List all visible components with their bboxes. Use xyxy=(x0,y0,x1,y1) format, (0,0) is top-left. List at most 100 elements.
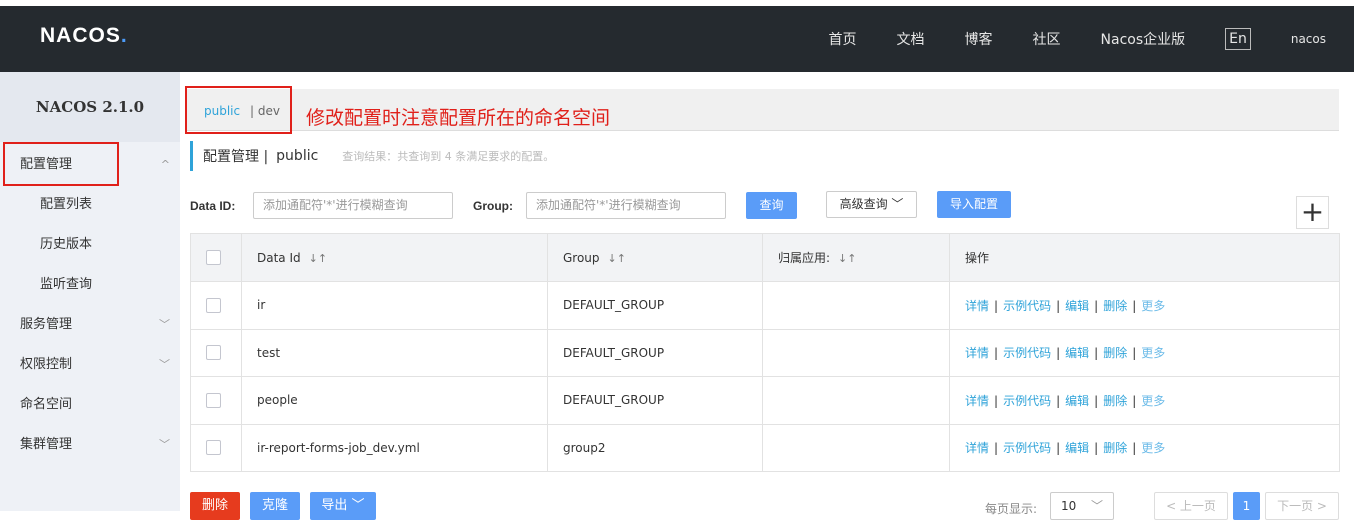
top-nav: 首页 文档 博客 社区 Nacos企业版 En nacos xyxy=(829,6,1354,72)
page-title: 配置管理 | public 查询结果：共查询到 4 条满足要求的配置。 xyxy=(190,141,554,171)
cell-dataid: people xyxy=(241,376,548,425)
cell-group: DEFAULT_GROUP xyxy=(547,281,763,330)
delete-link[interactable]: 删除 xyxy=(1103,299,1127,313)
chevron-down-icon: ﹀ xyxy=(159,358,170,371)
sample-code-link[interactable]: 示例代码 xyxy=(1003,441,1051,455)
header-group[interactable]: Group ↓↑ xyxy=(547,233,763,282)
sidebar-item-listener-query[interactable]: 监听查询 xyxy=(0,265,180,305)
sort-icon[interactable]: ↓↑ xyxy=(608,252,626,265)
nacos-logo[interactable]: NACOS. xyxy=(40,24,128,48)
table-row: ir-report-forms-job_dev.yml group2 详情 | 示例… xyxy=(190,423,1340,472)
more-link[interactable]: 更多 xyxy=(1141,299,1165,313)
highlight-box-config-menu xyxy=(3,142,119,186)
config-table: Data Id ↓↑ Group ↓↑ 归属应用: ↓↑ 操作 ir DEFAULT_… xyxy=(190,233,1340,472)
cell-operations: 详情 | 示例代码 | 编辑 | 删除 | 更多 xyxy=(949,281,1340,330)
page-size-label: 每页显示: xyxy=(985,502,1038,516)
edit-link[interactable]: 编辑 xyxy=(1065,346,1089,360)
add-config-button[interactable]: + xyxy=(1296,196,1329,229)
sample-code-link[interactable]: 示例代码 xyxy=(1003,394,1051,408)
sidebar-item-config-list[interactable]: 配置列表 xyxy=(0,185,180,225)
sidebar-item-namespace[interactable]: 命名空间 xyxy=(0,385,180,425)
cell-dataid: ir-report-forms-job_dev.yml xyxy=(241,423,548,472)
row-checkbox[interactable] xyxy=(206,345,221,361)
cell-operations: 详情 | 示例代码 | 编辑 | 删除 | 更多 xyxy=(949,423,1340,472)
query-result-text: 查询结果：共查询到 4 条满足要求的配置。 xyxy=(342,150,555,163)
header-operations: 操作 xyxy=(949,233,1340,282)
select-all-checkbox[interactable] xyxy=(206,250,221,265)
sort-icon[interactable]: ↓↑ xyxy=(838,252,856,265)
page-size-select[interactable]: 10 ﹀ xyxy=(1050,492,1114,520)
batch-delete-button[interactable]: 删除 xyxy=(190,492,240,520)
row-checkbox[interactable] xyxy=(206,297,221,313)
top-navbar: NACOS. 首页 文档 博客 社区 Nacos企业版 En nacos xyxy=(0,6,1354,72)
detail-link[interactable]: 详情 xyxy=(965,441,989,455)
sidebar-item-label: 服务管理 xyxy=(20,317,73,332)
dataid-label: Data ID: xyxy=(190,199,236,213)
query-button[interactable]: 查询 xyxy=(746,192,797,219)
header-checkbox-cell xyxy=(190,233,242,282)
edit-link[interactable]: 编辑 xyxy=(1065,441,1089,455)
sidebar-item-history[interactable]: 历史版本 xyxy=(0,225,180,265)
cell-app xyxy=(762,423,950,472)
page-title-namespace: public xyxy=(276,148,319,164)
table-row: people DEFAULT_GROUP 详情 | 示例代码 | 编辑 | 删除 | 更多 xyxy=(190,376,1340,425)
next-page-button[interactable]: 下一页 > xyxy=(1265,492,1339,520)
detail-link[interactable]: 详情 xyxy=(965,394,989,408)
cell-app xyxy=(762,281,950,330)
table-header-row: Data Id ↓↑ Group ↓↑ 归属应用: ↓↑ 操作 xyxy=(190,233,1340,282)
user-menu[interactable]: nacos xyxy=(1291,32,1326,46)
sidebar-item-access-control[interactable]: 权限控制 ﹀ xyxy=(0,345,180,385)
chevron-down-icon: ﹀ xyxy=(1090,499,1103,513)
nav-home[interactable]: 首页 xyxy=(829,29,857,49)
annotation-text: 修改配置时注意配置所在的命名空间 xyxy=(306,107,611,129)
chevron-down-icon: ﹀ xyxy=(159,318,170,331)
sidebar-item-service-management[interactable]: 服务管理 ﹀ xyxy=(0,305,180,345)
page-1-button[interactable]: 1 xyxy=(1233,492,1260,520)
detail-link[interactable]: 详情 xyxy=(965,299,989,313)
page-title-main: 配置管理 | xyxy=(203,149,269,165)
more-link[interactable]: 更多 xyxy=(1141,394,1165,408)
dataid-input[interactable]: 添加通配符'*'进行模糊查询 xyxy=(253,192,453,219)
language-toggle[interactable]: En xyxy=(1225,28,1251,50)
more-link[interactable]: 更多 xyxy=(1141,346,1165,360)
cell-group: group2 xyxy=(547,423,763,472)
sidebar-item-label: 权限控制 xyxy=(20,357,73,372)
import-config-button[interactable]: 导入配置 xyxy=(937,191,1011,218)
sample-code-link[interactable]: 示例代码 xyxy=(1003,346,1051,360)
chevron-up-icon: ^ xyxy=(160,158,170,171)
nav-blog[interactable]: 博客 xyxy=(965,29,993,49)
nav-enterprise[interactable]: Nacos企业版 xyxy=(1101,29,1186,49)
sidebar: NACOS 2.1.0 配置管理 ^ 配置列表 历史版本 监听查询 服务管理 ﹀… xyxy=(0,72,180,511)
cell-group: DEFAULT_GROUP xyxy=(547,376,763,425)
more-link[interactable]: 更多 xyxy=(1141,441,1165,455)
highlight-box-namespace xyxy=(185,86,292,134)
sidebar-item-cluster-management[interactable]: 集群管理 ﹀ xyxy=(0,425,180,465)
header-dataid[interactable]: Data Id ↓↑ xyxy=(241,233,548,282)
sort-icon[interactable]: ↓↑ xyxy=(309,252,327,265)
cell-dataid: test xyxy=(241,328,548,377)
advanced-query-button[interactable]: 高级查询 ﹀ xyxy=(826,191,917,218)
delete-link[interactable]: 删除 xyxy=(1103,346,1127,360)
nav-community[interactable]: 社区 xyxy=(1033,29,1061,49)
header-app[interactable]: 归属应用: ↓↑ xyxy=(762,233,950,282)
edit-link[interactable]: 编辑 xyxy=(1065,394,1089,408)
cell-operations: 详情 | 示例代码 | 编辑 | 删除 | 更多 xyxy=(949,328,1340,377)
export-button[interactable]: 导出 ﹀ xyxy=(310,492,376,520)
sidebar-item-label: 集群管理 xyxy=(20,437,73,452)
row-checkbox[interactable] xyxy=(206,392,221,408)
chevron-down-icon: ﹀ xyxy=(159,438,170,451)
sample-code-link[interactable]: 示例代码 xyxy=(1003,299,1051,313)
clone-button[interactable]: 克隆 xyxy=(250,492,300,520)
delete-link[interactable]: 删除 xyxy=(1103,441,1127,455)
delete-link[interactable]: 删除 xyxy=(1103,394,1127,408)
version-label: NACOS 2.1.0 xyxy=(0,72,180,142)
row-checkbox[interactable] xyxy=(206,440,221,456)
group-input[interactable]: 添加通配符'*'进行模糊查询 xyxy=(526,192,726,219)
cell-app xyxy=(762,376,950,425)
cell-app xyxy=(762,328,950,377)
edit-link[interactable]: 编辑 xyxy=(1065,299,1089,313)
table-row: ir DEFAULT_GROUP 详情 | 示例代码 | 编辑 | 删除 | 更多 xyxy=(190,281,1340,330)
nav-docs[interactable]: 文档 xyxy=(897,29,925,49)
detail-link[interactable]: 详情 xyxy=(965,346,989,360)
prev-page-button[interactable]: < 上一页 xyxy=(1154,492,1228,520)
